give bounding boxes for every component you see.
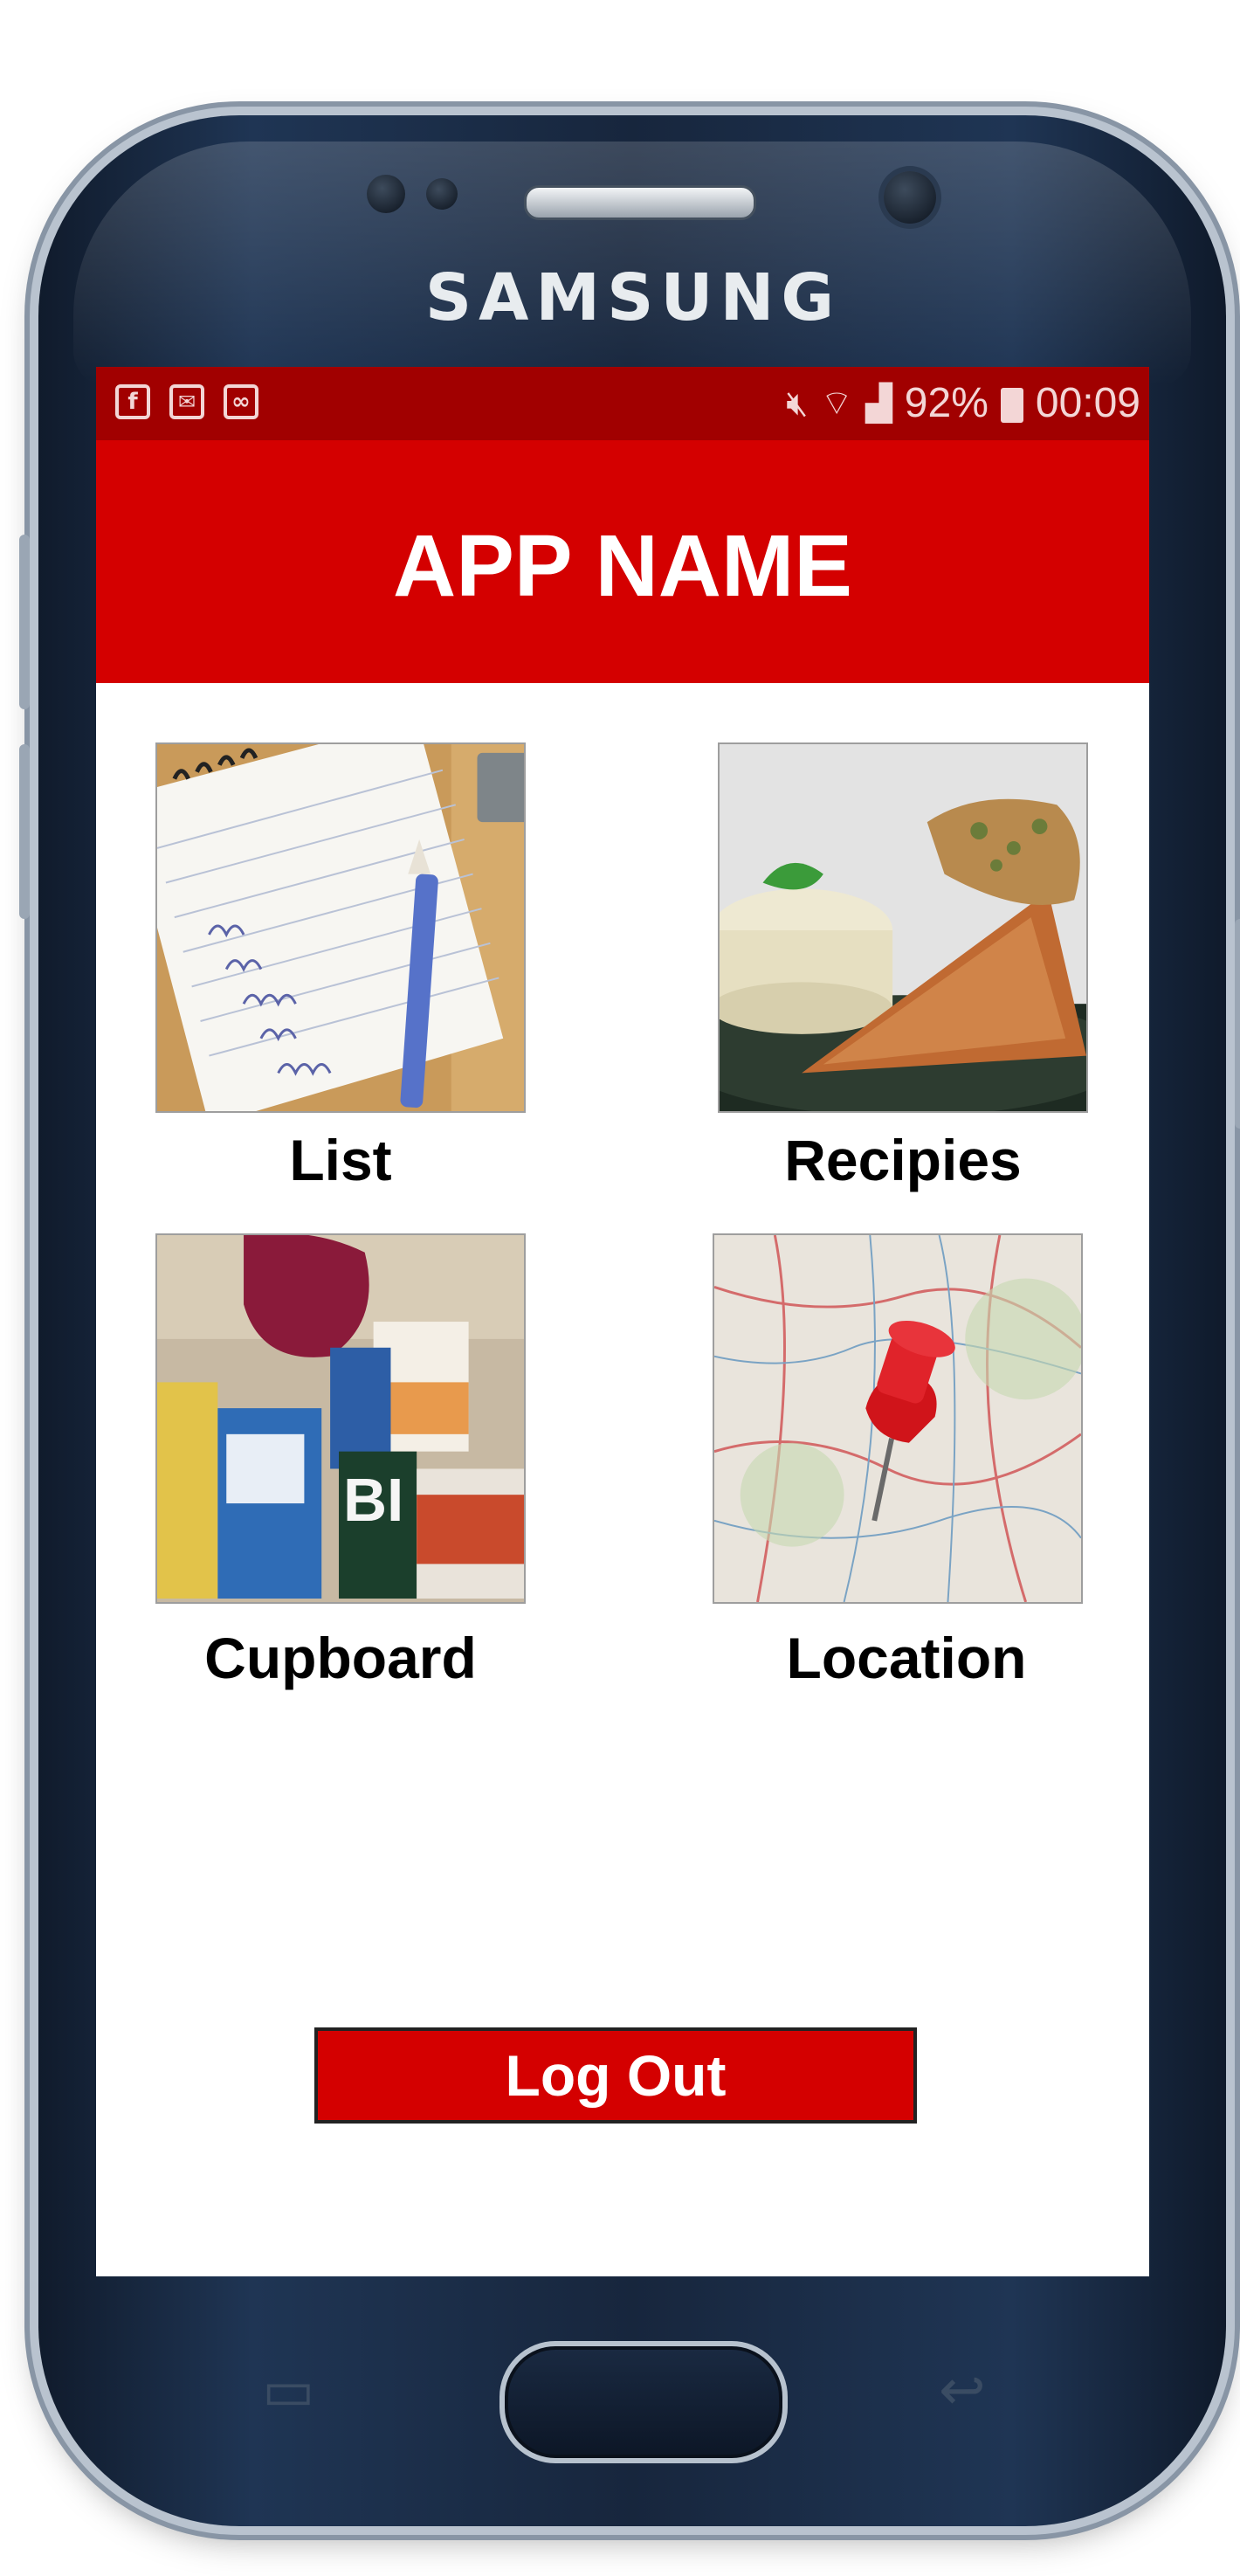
side-button-left-2: [19, 744, 30, 919]
system-status: 🔇︎ ⌔ ▟ 92% 00:09: [786, 377, 1140, 430]
svg-text:BI: BI: [343, 1466, 403, 1534]
app-header: APP NAME: [96, 440, 1149, 683]
notification-icons: f ✉ ∞: [115, 384, 258, 419]
cupboard-label[interactable]: Cupboard: [114, 1625, 568, 1691]
voicemail-icon: ∞: [224, 384, 258, 419]
signal-icon: ▟: [865, 383, 892, 424]
home-button[interactable]: [499, 2341, 788, 2463]
recipes-tile-image[interactable]: [718, 742, 1088, 1113]
recipe-food-image: [720, 744, 1086, 1111]
front-sensor-icon: [367, 175, 405, 213]
location-label[interactable]: Location: [679, 1625, 1133, 1691]
wifi-icon: ⌔: [820, 383, 854, 424]
battery-icon: [1000, 388, 1023, 423]
facebook-icon: f: [115, 384, 150, 419]
list-label[interactable]: List: [114, 1127, 568, 1193]
battery-percent: 92%: [904, 380, 989, 426]
location-tile-image[interactable]: [713, 1233, 1083, 1604]
app-title: APP NAME: [392, 516, 853, 615]
list-tile-image[interactable]: [155, 742, 526, 1113]
cupboard-image: BI: [157, 1235, 524, 1602]
side-button-left: [19, 535, 30, 709]
mail-icon: ✉: [169, 384, 204, 419]
recipes-label[interactable]: Recipies: [676, 1127, 1130, 1193]
logout-button[interactable]: Log Out: [314, 2027, 917, 2124]
brand-logo: SAMSUNG: [424, 260, 842, 335]
proximity-sensor-icon: [426, 178, 458, 210]
status-bar: f ✉ ∞ 🔇︎ ⌔ ▟ 92% 00:09: [96, 367, 1149, 440]
front-camera-icon: [884, 171, 936, 224]
logout-label: Log Out: [505, 2043, 727, 2108]
earpiece-speaker: [524, 185, 756, 220]
back-icon[interactable]: ↩: [939, 2358, 986, 2423]
shopping-list-image: [157, 744, 524, 1111]
recent-apps-icon[interactable]: ▭: [262, 2358, 314, 2423]
clock: 00:09: [1035, 380, 1140, 426]
phone-screen: f ✉ ∞ 🔇︎ ⌔ ▟ 92% 00:09 APP NAME List Rec…: [96, 367, 1149, 2276]
side-button-right: [1235, 919, 1240, 1129]
map-pin-image: [714, 1235, 1081, 1602]
cupboard-tile-image[interactable]: BI: [155, 1233, 526, 1604]
mute-icon: 🔇︎: [786, 383, 809, 424]
